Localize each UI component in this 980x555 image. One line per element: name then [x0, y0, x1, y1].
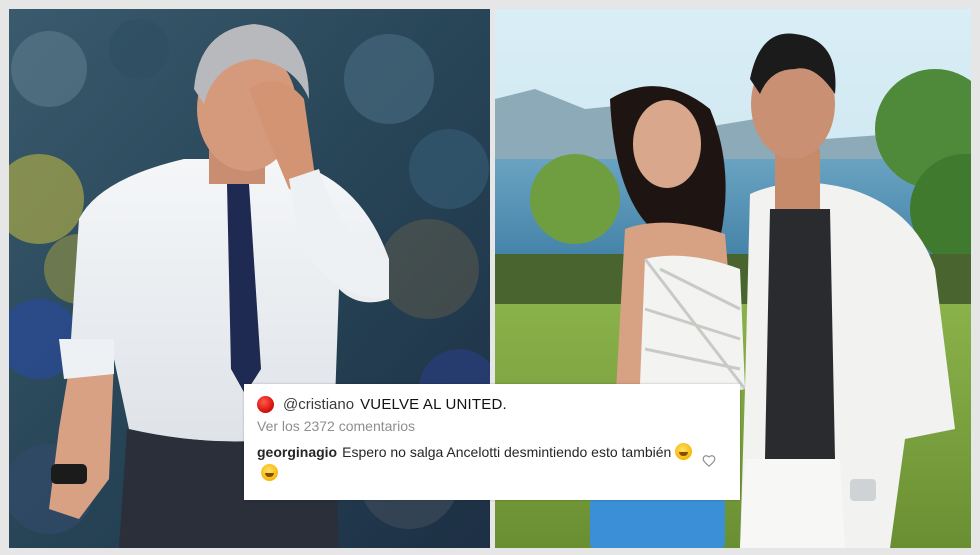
image-frame: @cristiano VUELVE AL UNITED. Ver los 237… [0, 0, 980, 555]
heart-icon[interactable] [702, 454, 716, 468]
post-caption: VUELVE AL UNITED. [360, 395, 507, 413]
woozy-face-emoji [675, 443, 693, 460]
view-all-comments-link[interactable]: Ver los 2372 comentarios [257, 418, 415, 434]
instagram-comment-card: @cristiano VUELVE AL UNITED. Ver los 237… [244, 384, 740, 500]
comment-reply: georginagio Espero no salga Ancelotti des… [257, 442, 697, 484]
post-caption-row: @cristiano VUELVE AL UNITED. [257, 390, 507, 418]
post-author-handle[interactable]: @cristiano [283, 396, 354, 413]
comment-author-username[interactable]: georginagio [257, 444, 337, 460]
comment-text: Espero no salga Ancelotti desmintiendo e… [342, 444, 672, 460]
red-circle-emoji [257, 395, 274, 413]
grinning-sweat-emoji [261, 464, 278, 481]
